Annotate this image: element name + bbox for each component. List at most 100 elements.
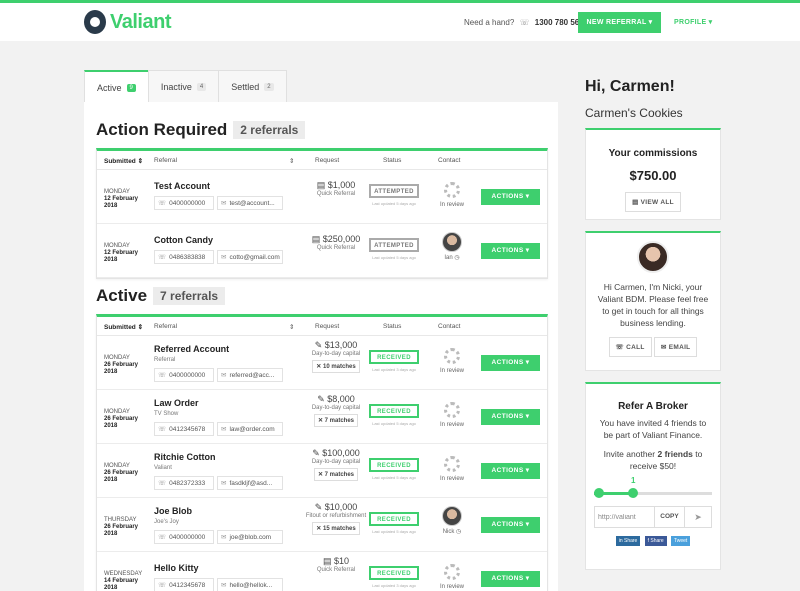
- tag-icon: ✕: [317, 418, 325, 424]
- view-all-label: VIEW ALL: [640, 199, 674, 206]
- matches-badge[interactable]: ✕ 10 matches: [312, 360, 360, 373]
- referral-link-input[interactable]: [595, 507, 655, 527]
- email-chip[interactable]: ✉ test@account...: [217, 196, 283, 210]
- view-all-button[interactable]: ▤ VIEW ALL: [625, 192, 681, 212]
- tab-settled[interactable]: Settled 2: [218, 70, 287, 103]
- submitted-daymonth: 12 February: [104, 250, 139, 256]
- submitted-daymonth: 26 February: [104, 416, 139, 422]
- status-updated-note: Last updated 5 days ago: [372, 475, 416, 480]
- email-chip[interactable]: ✉ referred@acc...: [217, 368, 283, 382]
- col-contact: Contact: [438, 323, 461, 330]
- actions-button[interactable]: ACTIONS ▾: [481, 243, 540, 259]
- bdm-message: Hi Carmen, I'm Nicki, your Valiant BDM. …: [597, 282, 709, 328]
- table-row: MONDAY 12 February 2018 Cotton Candy ☏ 048638…: [97, 224, 547, 278]
- email-chip[interactable]: ✉ fasdkljf@asd...: [217, 476, 283, 490]
- active-rows: MONDAY 26 February 2018 Referred Account Ref…: [97, 336, 547, 591]
- actions-button[interactable]: ACTIONS ▾: [481, 571, 540, 587]
- loading-spinner-icon: [444, 182, 460, 198]
- money-icon: ✎: [312, 448, 323, 458]
- referral-name[interactable]: Law Order: [154, 398, 199, 408]
- request-amount: ✎ $13,000: [304, 340, 368, 351]
- matches-badge[interactable]: ✕ 15 matches: [312, 522, 360, 535]
- sort-icon[interactable]: ⇕: [289, 323, 294, 331]
- actions-button[interactable]: ACTIONS ▾: [481, 189, 540, 205]
- phone-chip[interactable]: ☏ 0400000000: [154, 368, 214, 382]
- referral-name[interactable]: Test Account: [154, 181, 210, 191]
- referral-name[interactable]: Referred Account: [154, 344, 229, 354]
- referral-count-pill: 7 referrals: [153, 287, 226, 305]
- bdm-card: Hi Carmen, I'm Nicki, your Valiant BDM. …: [585, 231, 721, 371]
- referral-name[interactable]: Ritchie Cotton: [154, 452, 216, 462]
- referral-name[interactable]: Joe Blob: [154, 506, 192, 516]
- facebook-share-button[interactable]: f Share: [644, 536, 667, 546]
- section-title: Active: [96, 286, 148, 305]
- contact-label: In review: [439, 584, 464, 590]
- phone-chip[interactable]: ☏ 0412345678: [154, 422, 214, 436]
- tab-active[interactable]: Active 9: [84, 70, 149, 103]
- phone-chip[interactable]: ☏ 0482372333: [154, 476, 214, 490]
- mail-icon: ✉: [221, 254, 227, 261]
- sort-icon[interactable]: ⇕: [289, 157, 294, 165]
- phone-chip[interactable]: ☏ 0486383838: [154, 250, 214, 264]
- email-chip[interactable]: ✉ cotto@gmail.com: [217, 250, 283, 264]
- twitter-share-button[interactable]: Tweet: [670, 536, 691, 546]
- phone-chip[interactable]: ☏ 0412345678: [154, 578, 214, 591]
- copy-button[interactable]: COPY: [655, 507, 685, 527]
- valiant-logo[interactable]: Valiant: [84, 10, 171, 34]
- new-referral-button[interactable]: NEW REFERRAL ▾: [578, 12, 661, 33]
- contact-info: In review: [435, 456, 469, 482]
- submitted-date: MONDAY 26 February 2018: [104, 463, 138, 484]
- actions-button[interactable]: ACTIONS ▾: [481, 463, 540, 479]
- submitted-year: 2018: [104, 585, 118, 591]
- email-chip[interactable]: ✉ hello@hellok...: [217, 578, 283, 591]
- money-icon: ✎: [314, 340, 325, 350]
- col-submitted[interactable]: Submitted ⇕: [104, 157, 143, 165]
- status-badge: RECEIVED: [369, 404, 419, 418]
- tab-inactive[interactable]: Inactive 4: [147, 70, 220, 103]
- email-address: test@account...: [229, 199, 275, 207]
- request-type: Quick Referral: [316, 567, 356, 573]
- submitted-day: MONDAY: [104, 355, 130, 361]
- referral-name[interactable]: Hello Kitty: [154, 563, 199, 573]
- matches-badge[interactable]: ✕ 7 matches: [313, 414, 359, 427]
- profile-menu[interactable]: PROFILE ▾: [674, 18, 713, 26]
- matches-badge[interactable]: ✕ 7 matches: [313, 468, 359, 481]
- phone-chip[interactable]: ☏ 0400000000: [154, 530, 214, 544]
- contact-avatar[interactable]: [442, 506, 462, 526]
- request-info: ▤ $10 Quick Referral: [304, 556, 368, 574]
- phone-number: 0412345678: [169, 581, 206, 589]
- phone-chip[interactable]: ☏ 0400000000: [154, 196, 214, 210]
- col-request: Request: [315, 323, 340, 330]
- col-submitted[interactable]: Submitted ⇕: [104, 323, 143, 331]
- email-chip[interactable]: ✉ law@order.com: [217, 422, 283, 436]
- request-amount: ✎ $100,000: [304, 448, 368, 459]
- request-amount: ▤ $250,000: [304, 234, 368, 245]
- phone-icon: ☏: [158, 534, 167, 541]
- actions-button[interactable]: ACTIONS ▾: [481, 409, 540, 425]
- status-updated-note: Last updated 5 days ago: [372, 529, 416, 534]
- submitted-day: MONDAY: [104, 243, 130, 249]
- contact-avatar[interactable]: [442, 232, 462, 252]
- linkedin-share-button[interactable]: in Share: [615, 536, 641, 546]
- email-chip[interactable]: ✉ joe@blob.com: [217, 530, 283, 544]
- submitted-date: MONDAY 12 February 2018: [104, 243, 138, 264]
- submitted-daymonth: 26 February: [104, 524, 139, 530]
- submitted-daymonth: 12 February: [104, 196, 139, 202]
- submitted-year: 2018: [104, 369, 118, 375]
- tab-label: Settled: [231, 82, 260, 92]
- actions-button[interactable]: ACTIONS ▾: [481, 517, 540, 533]
- contact-info: Nick ◷: [435, 506, 469, 535]
- email-button[interactable]: ✉ EMAIL: [653, 337, 698, 357]
- help-phone[interactable]: 1300 780 568: [535, 18, 584, 27]
- send-icon[interactable]: ➤: [685, 507, 711, 527]
- call-button[interactable]: ☏ CALL: [608, 337, 652, 357]
- referral-name[interactable]: Cotton Candy: [154, 235, 213, 245]
- actions-button[interactable]: ACTIONS ▾: [481, 355, 540, 371]
- contact-info: In review: [435, 564, 469, 590]
- commissions-card: Your commissions $750.00 ▤ VIEW ALL: [585, 128, 721, 220]
- amount-value: $100,000: [322, 448, 360, 458]
- table-row: WEDNESDAY 14 February 2018 Hello Kitty ☏ 0412…: [97, 552, 547, 591]
- status-badge: RECEIVED: [369, 566, 419, 580]
- commissions-amount: $750.00: [629, 168, 677, 183]
- table-row: MONDAY 26 February 2018 Referred Account Ref…: [97, 336, 547, 390]
